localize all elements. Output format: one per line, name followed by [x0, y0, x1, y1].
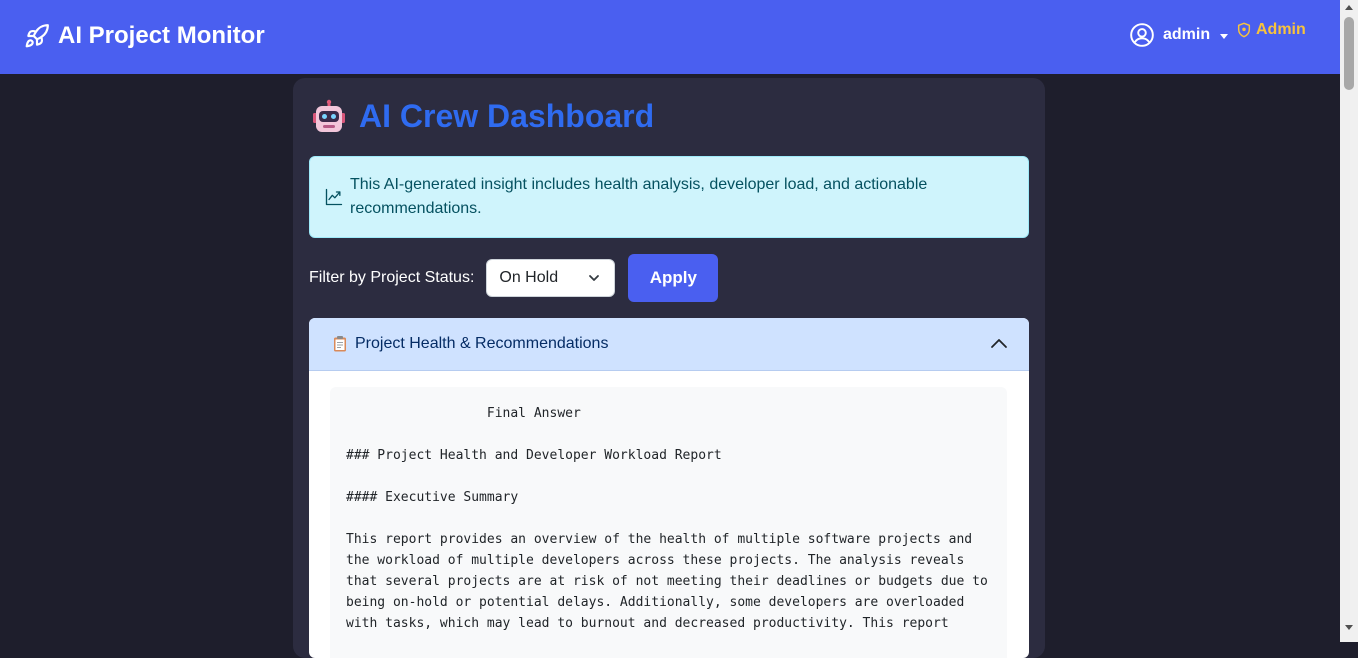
scroll-up-icon[interactable]: [1345, 5, 1353, 10]
report-line: This report provides an overview of the …: [346, 532, 973, 547]
scroll-thumb[interactable]: [1344, 17, 1354, 90]
trend-chart-icon: [325, 188, 343, 206]
brand-title: AI Project Monitor: [58, 22, 265, 49]
admin-link-label: Admin: [1256, 21, 1306, 38]
filter-label: Filter by Project Status:: [309, 269, 475, 286]
report-line: being on-hold or potential delays. Addit…: [346, 595, 965, 610]
report-line: Final Answer: [346, 406, 581, 421]
report-line: with tasks, which may lead to burnout an…: [346, 616, 949, 631]
scroll-down-icon[interactable]: [1345, 625, 1353, 630]
report-line: that several projects are at risk of not…: [346, 574, 988, 589]
status-select-value: On Hold: [499, 269, 559, 286]
user-circle-icon: [1130, 23, 1154, 47]
report-line: the workload of multiple developers acro…: [346, 553, 965, 568]
user-dropdown-toggle[interactable]: admin: [1129, 22, 1229, 48]
clipboard-icon: [334, 336, 346, 352]
admin-link[interactable]: Admin: [1236, 21, 1306, 39]
apply-button[interactable]: Apply: [628, 254, 719, 302]
report-line: [346, 508, 991, 529]
health-accordion: Project Health & Recommendations Final A…: [309, 318, 1029, 658]
page-scrollbar[interactable]: [1340, 0, 1358, 642]
alert-text: This AI-generated insight includes healt…: [350, 176, 928, 217]
chevron-up-icon[interactable]: [989, 334, 1009, 354]
page-title: AI Crew Dashboard: [311, 98, 654, 135]
chevron-down-icon: [589, 275, 600, 281]
accordion-title: Project Health & Recommendations: [355, 335, 609, 352]
accordion-header[interactable]: Project Health & Recommendations: [309, 318, 1029, 371]
brand-link[interactable]: AI Project Monitor: [24, 22, 265, 50]
status-select[interactable]: On Hold: [486, 259, 616, 297]
caret-down-icon: [1220, 33, 1229, 39]
dashboard-card: AI Crew Dashboard This AI-generated insi…: [293, 78, 1045, 658]
filter-row: Filter by Project Status: On Hold Apply: [309, 254, 719, 302]
report-text: Final Answer ### Project Health and Deve…: [330, 387, 1007, 658]
info-alert: This AI-generated insight includes healt…: [309, 156, 1029, 238]
top-navbar: AI Project Monitor admin Admin: [0, 0, 1340, 74]
report-line: #### Executive Summary: [346, 490, 519, 505]
report-line: ### Project Health and Developer Workloa…: [346, 448, 722, 463]
user-name: admin: [1163, 26, 1211, 43]
page-title-text: AI Crew Dashboard: [359, 98, 655, 134]
report-line: [346, 424, 991, 445]
rocket-icon: [25, 24, 49, 48]
report-line: [346, 466, 991, 487]
shield-icon: [1237, 22, 1251, 38]
robot-icon: [313, 99, 345, 132]
